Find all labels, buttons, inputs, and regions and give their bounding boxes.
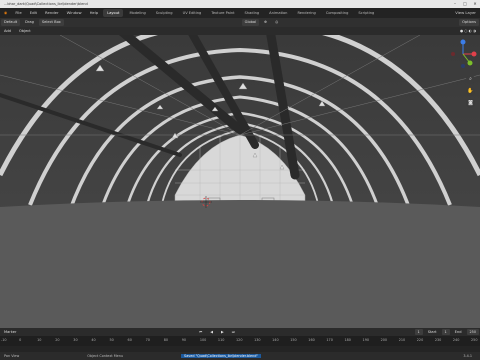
current-frame-field[interactable]: 1 xyxy=(414,329,423,335)
tab-animation[interactable]: Animation xyxy=(265,9,291,17)
menu-render[interactable]: Render xyxy=(41,8,63,18)
play-icon[interactable]: ▶ xyxy=(218,329,227,336)
ruler-tick-label: 230 xyxy=(434,338,442,342)
ruler-tick-label: 70 xyxy=(145,338,150,342)
jump-start-icon[interactable]: ⏮ xyxy=(196,329,205,336)
status-bar: Pan View Object Context Menu Saved "Quad… xyxy=(0,352,480,360)
ruler-tick-label: 40 xyxy=(91,338,96,342)
menu-help[interactable]: Help xyxy=(86,8,103,18)
ruler-tick-label: 210 xyxy=(398,338,406,342)
drag-label[interactable]: Drag xyxy=(22,19,37,26)
ruler-tick-label: 120 xyxy=(236,338,243,342)
ruler-tick-label: 130 xyxy=(254,338,261,342)
menu-file[interactable]: File xyxy=(11,8,25,18)
3d-viewport[interactable]: ⌕ ✋ ◙ xyxy=(0,35,480,328)
ruler-tick-label: 140 xyxy=(272,338,279,342)
version-label: 3.4.1 xyxy=(463,354,472,358)
status-pan-view: Pan View xyxy=(4,354,20,358)
timeline-ruler[interactable]: -10 0 10 20 30 40 50 60 70 80 90 100 110 120 130 140 150… xyxy=(0,336,480,346)
tab-texture-paint[interactable]: Texture Paint xyxy=(207,9,238,17)
tab-uv-editing[interactable]: UV Editing xyxy=(179,9,206,17)
ruler-tick-label: 50 xyxy=(109,338,114,342)
marker-menu[interactable]: Marker xyxy=(1,329,19,336)
ruler-tick-label: 220 xyxy=(416,338,424,342)
camera-icon[interactable]: ◙ xyxy=(466,99,475,108)
options-dropdown[interactable]: Options xyxy=(459,19,480,26)
ruler-tick-label: 90 xyxy=(181,338,187,342)
tab-compositing[interactable]: Compositing xyxy=(322,9,353,17)
maximize-icon[interactable]: □ xyxy=(460,0,470,8)
ruler-tick-label: 100 xyxy=(199,338,207,342)
window-title: ...bhar_dark\Quad\Collections_lbr\blende… xyxy=(4,2,88,6)
play-reverse-icon[interactable]: ◀ xyxy=(207,329,216,336)
hangar-scene xyxy=(0,35,480,328)
tab-rendering[interactable]: Rendering xyxy=(293,9,319,17)
end-frame-field[interactable]: 250 xyxy=(466,329,479,335)
tool-header: Default Drag Select Box Global ⊕ ◎ Optio… xyxy=(0,18,480,27)
snap-icon[interactable]: ⊕ xyxy=(261,19,270,26)
ruler-tick-label: 60 xyxy=(127,338,132,342)
ruler-tick-label: 240 xyxy=(452,338,460,342)
zoom-icon[interactable]: ⌕ xyxy=(466,75,475,84)
ruler-tick-label: 10 xyxy=(37,338,42,342)
minimize-icon[interactable]: – xyxy=(450,0,460,8)
menu-bar: ◉ File Edit Render Window Help Layout Mo… xyxy=(0,8,480,18)
status-context-menu: Object Context Menu xyxy=(87,354,124,358)
tab-modeling[interactable]: Modeling xyxy=(125,9,149,17)
add-menu[interactable]: Add xyxy=(1,28,14,35)
menu-edit[interactable]: Edit xyxy=(26,8,41,18)
close-icon[interactable]: ✕ xyxy=(470,0,480,8)
ruler-tick-label: 200 xyxy=(380,338,388,342)
ruler-tick-label: 30 xyxy=(73,338,78,342)
start-frame-field[interactable]: 1 xyxy=(441,329,450,335)
viewport-shading-icon[interactable]: ● ○ ◐ ◑ xyxy=(457,28,479,35)
ruler-tick-label: 110 xyxy=(217,338,225,342)
ruler-tick-label: 180 xyxy=(344,338,351,342)
menu-window[interactable]: Window xyxy=(63,8,86,18)
proportional-icon[interactable]: ◎ xyxy=(272,19,281,26)
hand-icon[interactable]: ✋ xyxy=(466,87,475,96)
tab-layout[interactable]: Layout xyxy=(103,9,124,17)
ruler-tick-label: 170 xyxy=(326,338,333,342)
viewport-header: Add Object ● ○ ◐ ◑ xyxy=(0,27,480,35)
ruler-tick-label: -10 xyxy=(1,338,7,342)
ruler-tick-label: 250 xyxy=(471,338,478,342)
ruler-tick-label: 20 xyxy=(55,338,60,342)
timeline-header: Marker ⏮ ◀ ▶ ⏭ 1 Start 1 End 250 xyxy=(0,328,480,336)
start-label: Start xyxy=(427,329,437,334)
object-menu[interactable]: Object xyxy=(16,28,34,35)
jump-end-icon[interactable]: ⏭ xyxy=(229,329,238,336)
hangar-floor xyxy=(0,200,480,328)
ruler-tick-label: 0 xyxy=(19,338,22,342)
view-layer-label[interactable]: View Layer xyxy=(451,8,480,18)
blender-logo-icon[interactable]: ◉ xyxy=(0,8,11,18)
tab-scripting[interactable]: Scripting xyxy=(354,9,378,17)
ruler-tick-label: 80 xyxy=(163,338,169,342)
title-bar: ...bhar_dark\Quad\Collections_lbr\blende… xyxy=(0,0,480,8)
ruler-tick-label: 190 xyxy=(362,338,370,342)
orientation-dropdown[interactable]: Global xyxy=(241,19,260,26)
ruler-tick-label: 150 xyxy=(290,338,297,342)
tab-shading[interactable]: Shading xyxy=(241,9,264,17)
mode-dropdown[interactable]: Default xyxy=(1,19,21,26)
tab-sculpting[interactable]: Sculpting xyxy=(152,9,177,17)
end-label: End xyxy=(454,329,462,334)
ruler-tick-label: 160 xyxy=(308,338,315,342)
navigation-gizmo[interactable] xyxy=(448,39,478,69)
status-saved-message: Saved "Quad\Collections_lbr\blender.blen… xyxy=(181,354,261,358)
select-box-dropdown[interactable]: Select Box xyxy=(38,19,64,26)
